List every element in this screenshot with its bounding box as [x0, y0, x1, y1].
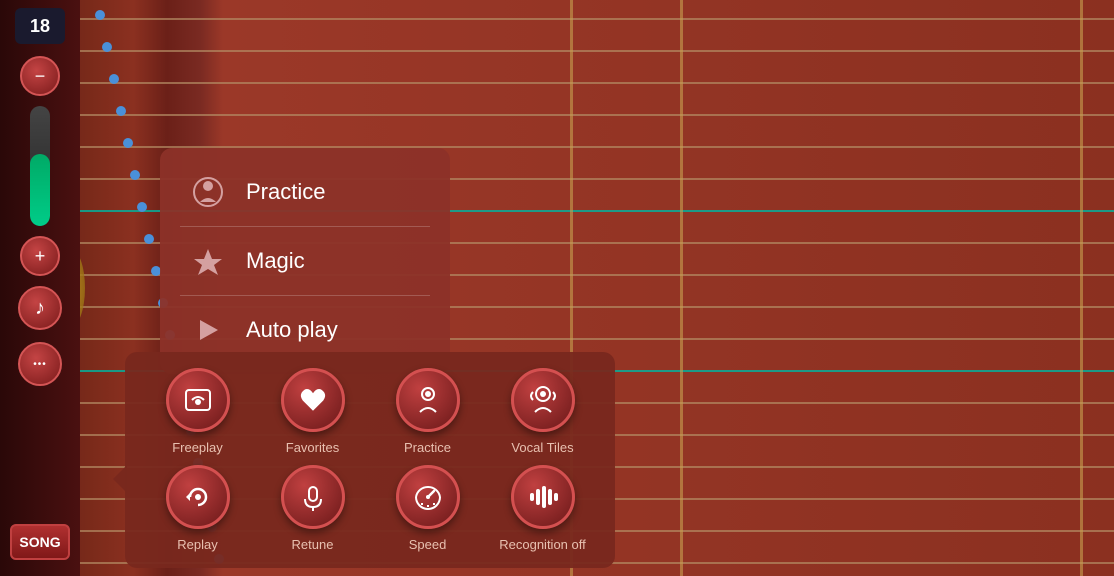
recognition-button[interactable] — [511, 465, 575, 529]
retune-button[interactable] — [281, 465, 345, 529]
favorites-button[interactable] — [281, 368, 345, 432]
practice-icon — [190, 174, 226, 210]
mode-practice-item[interactable]: Practice — [180, 160, 430, 224]
bridge-dot-5 — [123, 138, 133, 148]
bridge-dot-8 — [144, 234, 154, 244]
left-panel: 18 − + ♪ ••• SONG — [0, 0, 80, 576]
vocal-tiles-label: Vocal Tiles — [511, 440, 573, 455]
minus-icon: − — [35, 66, 46, 87]
autoplay-label: Auto play — [246, 317, 338, 343]
music-button[interactable]: ♪ — [18, 286, 62, 330]
practice-control[interactable]: Practice — [375, 368, 480, 455]
freeplay-label: Freeplay — [172, 440, 223, 455]
panel-arrow — [113, 465, 127, 493]
favorites-label: Favorites — [286, 440, 339, 455]
plus-icon: + — [35, 246, 46, 267]
song-button[interactable]: SONG — [10, 524, 70, 560]
volume-decrease-button[interactable]: − — [20, 56, 60, 96]
practice-btn-label: Practice — [404, 440, 451, 455]
string-3 — [80, 82, 1114, 84]
mode-magic-item[interactable]: Magic — [180, 229, 430, 293]
counter-badge: 18 — [15, 8, 65, 44]
bridge-dot-6 — [130, 170, 140, 180]
volume-increase-button[interactable]: + — [20, 236, 60, 276]
more-options-button[interactable]: ••• — [18, 342, 62, 386]
practice-label: Practice — [246, 179, 325, 205]
retune-label: Retune — [292, 537, 334, 552]
vocal-tiles-button[interactable] — [511, 368, 575, 432]
bridge-dot-2 — [102, 42, 112, 52]
freeplay-control[interactable]: Freeplay — [145, 368, 250, 455]
bridge-dot-1 — [95, 10, 105, 20]
string-1 — [80, 18, 1114, 20]
menu-divider-1 — [180, 226, 430, 227]
favorites-control[interactable]: Favorites — [260, 368, 365, 455]
song-label: SONG — [19, 534, 60, 550]
menu-divider-2 — [180, 295, 430, 296]
mode-menu: Practice Magic Auto play — [160, 148, 450, 374]
speed-label: Speed — [409, 537, 447, 552]
freeplay-button[interactable] — [166, 368, 230, 432]
vocal-tiles-control[interactable]: Vocal Tiles — [490, 368, 595, 455]
string-4 — [80, 114, 1114, 116]
recognition-control[interactable]: Recognition off — [490, 465, 595, 552]
volume-fill — [30, 154, 50, 226]
autoplay-icon — [190, 312, 226, 348]
controls-panel: Freeplay Favorites Practice — [125, 352, 615, 568]
practice-button[interactable] — [396, 368, 460, 432]
bridge-dot-7 — [137, 202, 147, 212]
retune-control[interactable]: Retune — [260, 465, 365, 552]
replay-label: Replay — [177, 537, 217, 552]
bar-line-2 — [680, 0, 683, 576]
recognition-label: Recognition off — [499, 537, 586, 552]
string-2 — [80, 50, 1114, 52]
controls-grid: Freeplay Favorites Practice — [145, 368, 595, 552]
magic-icon — [190, 243, 226, 279]
speed-control[interactable]: Speed — [375, 465, 480, 552]
bar-line-3 — [1080, 0, 1083, 576]
replay-control[interactable]: Replay — [145, 465, 250, 552]
speed-button[interactable] — [396, 465, 460, 529]
music-icon: ♪ — [35, 297, 45, 320]
counter-value: 18 — [30, 16, 50, 37]
bridge-dot-4 — [116, 106, 126, 116]
dots-icon: ••• — [33, 359, 47, 370]
bridge-dot-3 — [109, 74, 119, 84]
volume-slider[interactable] — [30, 106, 50, 226]
magic-label: Magic — [246, 248, 305, 274]
replay-button[interactable] — [166, 465, 230, 529]
